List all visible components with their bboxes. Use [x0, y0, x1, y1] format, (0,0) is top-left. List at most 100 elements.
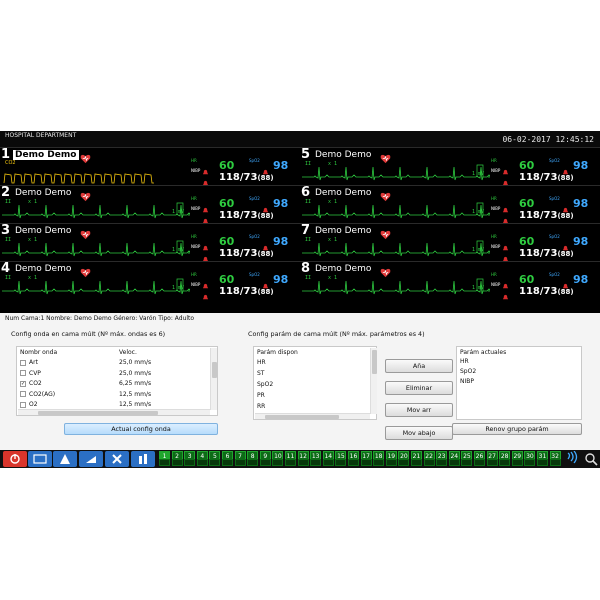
bed-status-indicator [385, 459, 397, 466]
spo2-value: 98 [273, 273, 289, 286]
wave-checkbox[interactable] [20, 359, 26, 366]
spo2-label: SpO2 [549, 158, 560, 163]
search-icon[interactable] [583, 451, 599, 467]
alarm-off-icon [262, 161, 269, 175]
lead-label: II [305, 275, 312, 281]
move-up-button[interactable]: Mov arr [385, 403, 453, 417]
power-icon[interactable] [3, 451, 27, 467]
available-param-item[interactable]: SpO2 [257, 380, 367, 389]
tools-icon[interactable] [105, 451, 129, 467]
waveform-line [2, 280, 190, 295]
bed-panel-6[interactable]: 6 Demo Demo II x 11 mV HR 60 SpO2 98 NIBP 118/73(… [300, 185, 600, 224]
wave-name: Art [29, 359, 38, 366]
bed-status-indicator [423, 459, 435, 466]
bed-status-indicator [259, 459, 271, 466]
wave-speed: 25,0 mm/s [119, 359, 152, 366]
renew-param-group-button[interactable]: Renov grupo parám [452, 423, 582, 435]
wave-row[interactable]: O2 12,5 mm/s [20, 400, 208, 409]
update-wave-config-button[interactable]: Actual config onda [64, 423, 218, 435]
record-icon[interactable] [131, 451, 155, 467]
mv-label: 1 mV [472, 209, 485, 215]
alarm-off-icon [202, 161, 209, 175]
hr-value: 60 [519, 273, 535, 286]
current-param-item[interactable]: HR [460, 357, 578, 366]
bed-panel-5[interactable]: 5 Demo Demo II x 11 mV HR 60 SpO2 98 NIBP 118/73(… [300, 147, 600, 186]
wave-row[interactable]: CVP 25,0 mm/s [20, 369, 208, 378]
volume-icon[interactable] [79, 451, 103, 467]
hr-value: 60 [219, 159, 235, 172]
bed-status-indicator [171, 459, 183, 466]
move-down-button[interactable]: Mov abajo [385, 426, 453, 440]
bed-status-indicator [310, 459, 322, 466]
wave-name: CO2(AG) [29, 390, 56, 398]
alarm-off-icon [562, 237, 569, 251]
wave-name: CO2 [29, 380, 42, 387]
wave-speed: 12,5 mm/s [119, 401, 152, 408]
mv-label: 1 mV [172, 285, 185, 291]
bed-panel-1[interactable]: 1 Demo Demo CO2 HR 60 SpO2 98 NIBP 118/73(88) [0, 147, 300, 186]
waveform-line [302, 204, 490, 219]
mv-label: 1 mV [472, 247, 485, 253]
bed-panel-2[interactable]: 2 Demo Demo II x 11 mV HR 60 SpO2 98 NIBP 118/73(… [0, 185, 300, 224]
spo2-value: 98 [273, 159, 289, 172]
alarm-off-icon [202, 275, 209, 289]
wave-list-hscroll[interactable] [18, 409, 210, 415]
wave-checkbox[interactable] [20, 401, 26, 408]
current-param-item[interactable]: NIBP [460, 377, 578, 386]
nibp-value: 118/73(88) [219, 210, 274, 221]
alarm-off-icon [262, 237, 269, 251]
gain-label: x 1 [328, 161, 338, 167]
spo2-label: SpO2 [249, 158, 260, 163]
spo2-label: SpO2 [549, 196, 560, 201]
bottom-toolbar: 1 2 3 4 5 6 7 8 9 10 11 12 13 14 15 16 17 18 19 20 21 22 23 24 2… [0, 450, 600, 468]
wave-row[interactable]: ✓ CO2 6,25 mm/s [20, 379, 208, 388]
config-panel: Num Cama:1 Nombre: Demo Demo Género: Var… [0, 313, 600, 450]
available-hscroll[interactable] [255, 413, 370, 419]
available-param-item[interactable]: PR [257, 391, 367, 400]
wave-speed: 6,25 mm/s [119, 380, 152, 387]
hr-label: HR [191, 272, 197, 277]
nibp-value: 118/73(88) [519, 172, 574, 183]
gain-label: x 1 [28, 275, 38, 281]
wave-row[interactable]: Art 25,0 mm/s [20, 358, 208, 367]
bed-panel-8[interactable]: 8 Demo Demo II x 11 mV HR 60 SpO2 98 NIBP 118/73(… [300, 261, 600, 300]
alarm-off-icon [562, 161, 569, 175]
available-param-item[interactable]: HR [257, 358, 367, 367]
nibp-value: 118/73(88) [219, 286, 274, 297]
current-header: Parám actuales [460, 349, 507, 356]
hr-value: 60 [519, 235, 535, 248]
wave-row[interactable]: CO2(AG) 12,5 mm/s [20, 390, 208, 399]
alarm-off-icon [502, 199, 509, 213]
add-param-button[interactable]: Aña [385, 359, 453, 373]
monitor-icon[interactable] [28, 451, 52, 467]
wave-name-header: Nombr onda [20, 349, 58, 356]
available-param-item[interactable]: ST [257, 369, 367, 378]
bed-status-indicator [411, 459, 422, 466]
bed-status-indicator [297, 459, 309, 466]
alarm-bell-icon[interactable] [53, 451, 77, 467]
wave-checkbox[interactable]: ✓ [20, 380, 26, 387]
date-time: 06-02-2017 12:45:12 [502, 135, 594, 144]
wave-checkbox[interactable] [20, 370, 26, 376]
nibp-value: 118/73(88) [519, 210, 574, 221]
alarm-off-icon [502, 286, 509, 300]
bed-panel-4[interactable]: 4 Demo Demo II x 11 mV HR 60 SpO2 98 NIBP 118/73(… [0, 261, 300, 300]
available-param-item[interactable]: RR [257, 402, 367, 411]
bed-status-indicator [335, 459, 347, 466]
bed-panel-3[interactable]: 3 Demo Demo II x 11 mV HR 60 SpO2 98 NIBP 118/73(… [0, 223, 300, 262]
hospital-name: HOSPITAL DEPARTMENT [5, 132, 77, 139]
lead-label: II [305, 199, 312, 205]
network-icon[interactable] [566, 450, 582, 467]
nibp-label: NIBP [491, 282, 501, 287]
nibp-label: NIBP [191, 282, 201, 287]
speed-header: Veloc. [119, 349, 137, 356]
remove-param-button[interactable]: Eliminar [385, 381, 453, 395]
bed-panel-7[interactable]: 7 Demo Demo II x 11 mV HR 60 SpO2 98 NIBP 118/73(… [300, 223, 600, 262]
current-param-item[interactable]: SpO2 [460, 367, 578, 376]
wave-list-vscroll[interactable] [210, 348, 217, 410]
nibp-label: NIBP [491, 206, 501, 211]
bed-status-indicator [549, 459, 561, 466]
wave-checkbox[interactable] [20, 391, 26, 397]
available-vscroll[interactable] [370, 348, 377, 414]
alarm-off-icon [262, 199, 269, 213]
